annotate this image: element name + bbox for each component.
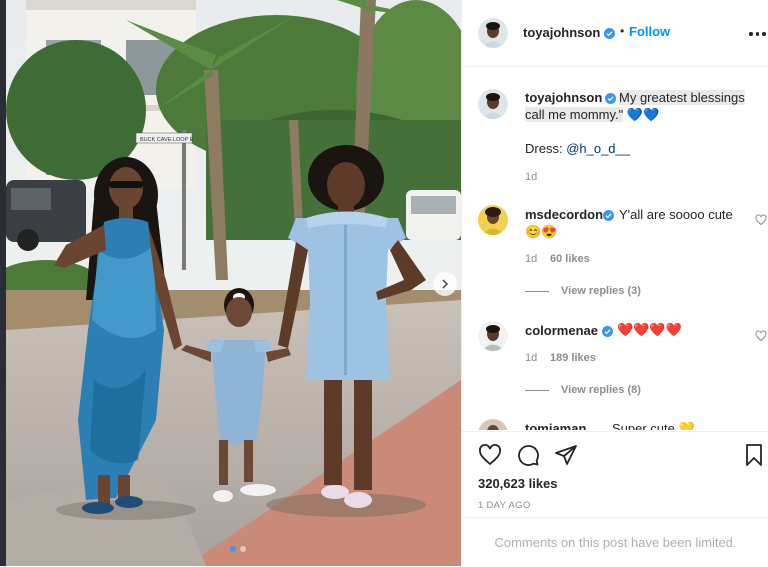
post-photo[interactable]: BUCK CAVE LOOP E	[6, 0, 461, 566]
view-replies-button[interactable]: View replies (3)	[525, 285, 641, 297]
caption-avatar[interactable]	[478, 89, 508, 119]
comment-age[interactable]: 1d	[525, 253, 537, 265]
caption-age[interactable]: 1d	[525, 171, 537, 183]
post-timestamp[interactable]: 1 DAY AGO	[478, 500, 531, 511]
carousel-dot	[240, 546, 246, 552]
author-avatar[interactable]	[478, 18, 508, 48]
view-replies-label: View replies (8)	[561, 384, 641, 396]
author-username[interactable]: toyajohnson	[523, 25, 600, 40]
like-count[interactable]: 320,623 likes	[478, 476, 558, 491]
comment-icon[interactable]	[516, 443, 540, 467]
comment-avatar[interactable]	[478, 205, 508, 235]
caption-username[interactable]: toyajohnson	[525, 90, 602, 105]
photo-illustration: BUCK CAVE LOOP E	[6, 0, 461, 566]
like-comment-heart-icon[interactable]	[755, 214, 767, 226]
verified-badge-icon	[605, 93, 616, 104]
share-paper-plane-icon[interactable]	[554, 443, 578, 467]
chevron-right-icon	[442, 279, 449, 289]
comments-list[interactable]: toyajohnson My greatest blessings call m…	[462, 67, 768, 430]
save-bookmark-icon[interactable]	[742, 443, 766, 467]
comment-likes[interactable]: 189 likes	[550, 352, 596, 364]
post-header: toyajohnson • Follow	[462, 0, 768, 67]
comment-likes[interactable]: 60 likes	[550, 253, 590, 265]
view-replies-button[interactable]: View replies (8)	[525, 384, 641, 396]
header-separator: •	[620, 24, 625, 38]
caption-line-1: My greatest blessings	[619, 90, 745, 105]
comment-text: Super cute 💛	[612, 421, 695, 430]
comment-username[interactable]: colormenae	[525, 323, 598, 338]
follow-button[interactable]: Follow	[629, 24, 670, 39]
like-heart-icon[interactable]	[478, 443, 502, 467]
post-side-panel: toyajohnson • Follow toyajohnson My grea…	[461, 0, 768, 566]
carousel-indicator	[230, 546, 246, 552]
verified-badge-icon	[602, 326, 613, 337]
comment-emoji: 😊😍	[525, 224, 558, 239]
street-sign: BUCK CAVE LOOP E	[140, 137, 194, 143]
caption-dress-label: Dress:	[525, 141, 563, 156]
next-photo-button[interactable]	[433, 272, 457, 296]
blue-heart-emoji: 💙💙	[626, 107, 660, 122]
like-comment-heart-icon[interactable]	[755, 330, 767, 342]
comment-avatar[interactable]	[478, 419, 508, 430]
post-actions: 320,623 likes 1 DAY AGO	[462, 431, 768, 511]
verified-badge-icon	[603, 210, 614, 221]
comment-text: Y'all are soooo cute	[619, 207, 733, 222]
comment-age[interactable]: 1d	[525, 352, 537, 364]
comment-username[interactable]: msdecordon	[525, 207, 603, 222]
comment-username[interactable]: tomiaman	[525, 421, 586, 430]
view-replies-label: View replies (3)	[561, 285, 641, 297]
dress-tag-link[interactable]: @h_o_d__	[566, 141, 630, 156]
more-options-icon[interactable]	[749, 32, 766, 36]
caption-line-2: call me mommy."	[525, 107, 624, 122]
verified-badge-icon	[604, 28, 615, 39]
comment-emoji: ❤️❤️❤️❤️	[617, 322, 682, 337]
carousel-dot-active	[230, 546, 236, 552]
comment-avatar[interactable]	[478, 321, 508, 351]
comments-limited-notice: Comments on this post have been limited.	[462, 517, 768, 567]
